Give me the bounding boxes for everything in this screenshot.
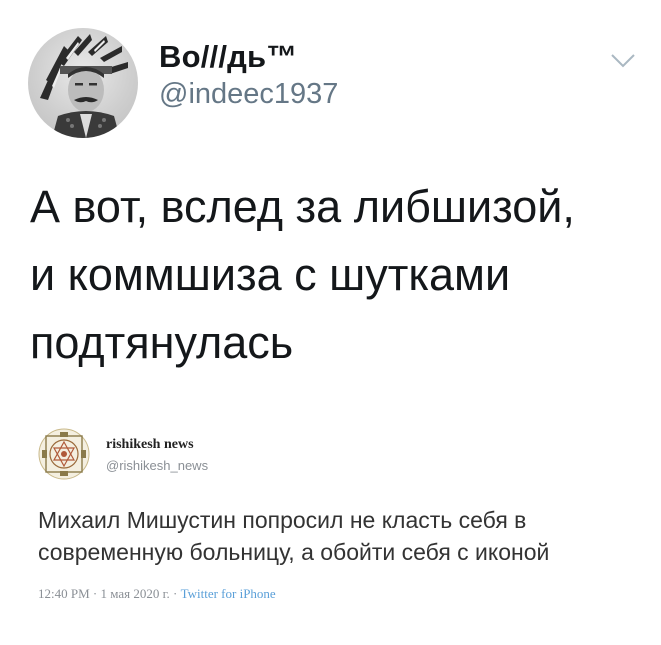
tweet-text-line: и коммшиза с шутками <box>30 249 511 300</box>
tweet-text-line: А вот, вслед за либшизой, <box>30 181 575 232</box>
portrait-avatar-icon <box>40 34 128 138</box>
quoted-tweet-text: Михаил Мишустин попросил не класть себя … <box>38 504 638 568</box>
tweet-text-line: подтянулась <box>30 317 294 368</box>
author-handle[interactable]: @indeec1937 <box>159 76 338 112</box>
chevron-down-icon[interactable] <box>610 52 636 70</box>
quoted-text-line: современную больницу, а обойти себя с ик… <box>38 539 550 565</box>
quoted-author-handle[interactable]: @rishikesh_news <box>106 458 208 473</box>
quoted-tweet[interactable]: rishikesh news @rishikesh_news Михаил Ми… <box>30 410 640 620</box>
quoted-tweet-meta: 12:40 PM · 1 мая 2020 г. · Twitter for i… <box>38 586 276 602</box>
author-avatar[interactable] <box>28 28 138 138</box>
quoted-text-line: Михаил Мишустин попросил не класть себя … <box>38 507 527 533</box>
quoted-timestamp[interactable]: 12:40 PM · 1 мая 2020 г. · <box>38 586 181 601</box>
mandala-logo-icon <box>38 428 90 480</box>
quoted-source-link[interactable]: Twitter for iPhone <box>181 586 276 601</box>
quoted-author-name[interactable]: rishikesh news <box>106 437 194 453</box>
tweet-card: Во///дь™ @indeec1937 А вот, вслед за либ… <box>0 0 661 645</box>
author-display-name[interactable]: Во///дь™ <box>159 38 338 76</box>
author-info: Во///дь™ @indeec1937 <box>159 38 338 112</box>
tweet-text: А вот, вслед за либшизой, и коммшиза с ш… <box>30 173 640 377</box>
